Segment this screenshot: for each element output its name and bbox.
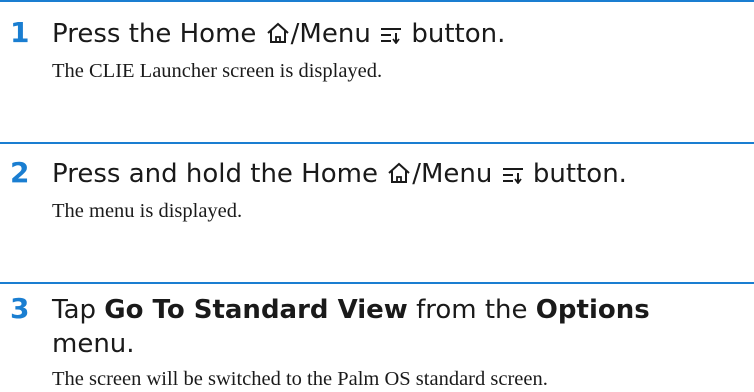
- heading-text: /Menu: [412, 159, 501, 189]
- heading-text: /Menu: [290, 19, 380, 49]
- heading-text: Press the Home: [52, 19, 265, 49]
- step-2: 2 Press and hold the Home /Menu button. …: [0, 142, 754, 252]
- step-heading: Press and hold the Home /Menu button.: [52, 156, 752, 193]
- step-heading: Press the Home /Menu button.: [52, 16, 752, 53]
- heading-text: button.: [403, 19, 506, 49]
- step-divider: [0, 282, 754, 284]
- home-icon: [267, 22, 289, 43]
- command-name: Go To Standard View: [104, 295, 408, 325]
- step-3: 3 Tap Go To Standard View from the Optio…: [0, 282, 754, 392]
- heading-text: Press and hold the Home: [52, 159, 387, 189]
- step-heading-line-2: menu.: [52, 329, 135, 359]
- heading-text: from the: [407, 295, 536, 325]
- step-divider: [0, 0, 754, 2]
- step-1: 1 Press the Home /Menu button. The CLIE …: [0, 0, 754, 110]
- step-description: The menu is displayed.: [52, 200, 243, 222]
- home-icon: [388, 162, 410, 183]
- step-description: The screen will be switched to the Palm …: [52, 368, 548, 390]
- instruction-page: 1 Press the Home /Menu button. The CLIE …: [0, 0, 754, 392]
- menu-name: Options: [535, 295, 650, 325]
- step-number: 1: [10, 16, 30, 49]
- step-description: The CLIE Launcher screen is displayed.: [52, 60, 383, 82]
- step-number: 3: [10, 292, 30, 325]
- step-heading: Tap Go To Standard View from the Options: [52, 292, 752, 329]
- heading-text: Tap: [52, 295, 105, 325]
- step-number: 2: [10, 156, 30, 189]
- step-divider: [0, 142, 754, 144]
- heading-text: button.: [524, 159, 627, 189]
- menu-icon: [381, 28, 402, 44]
- menu-icon: [502, 168, 523, 184]
